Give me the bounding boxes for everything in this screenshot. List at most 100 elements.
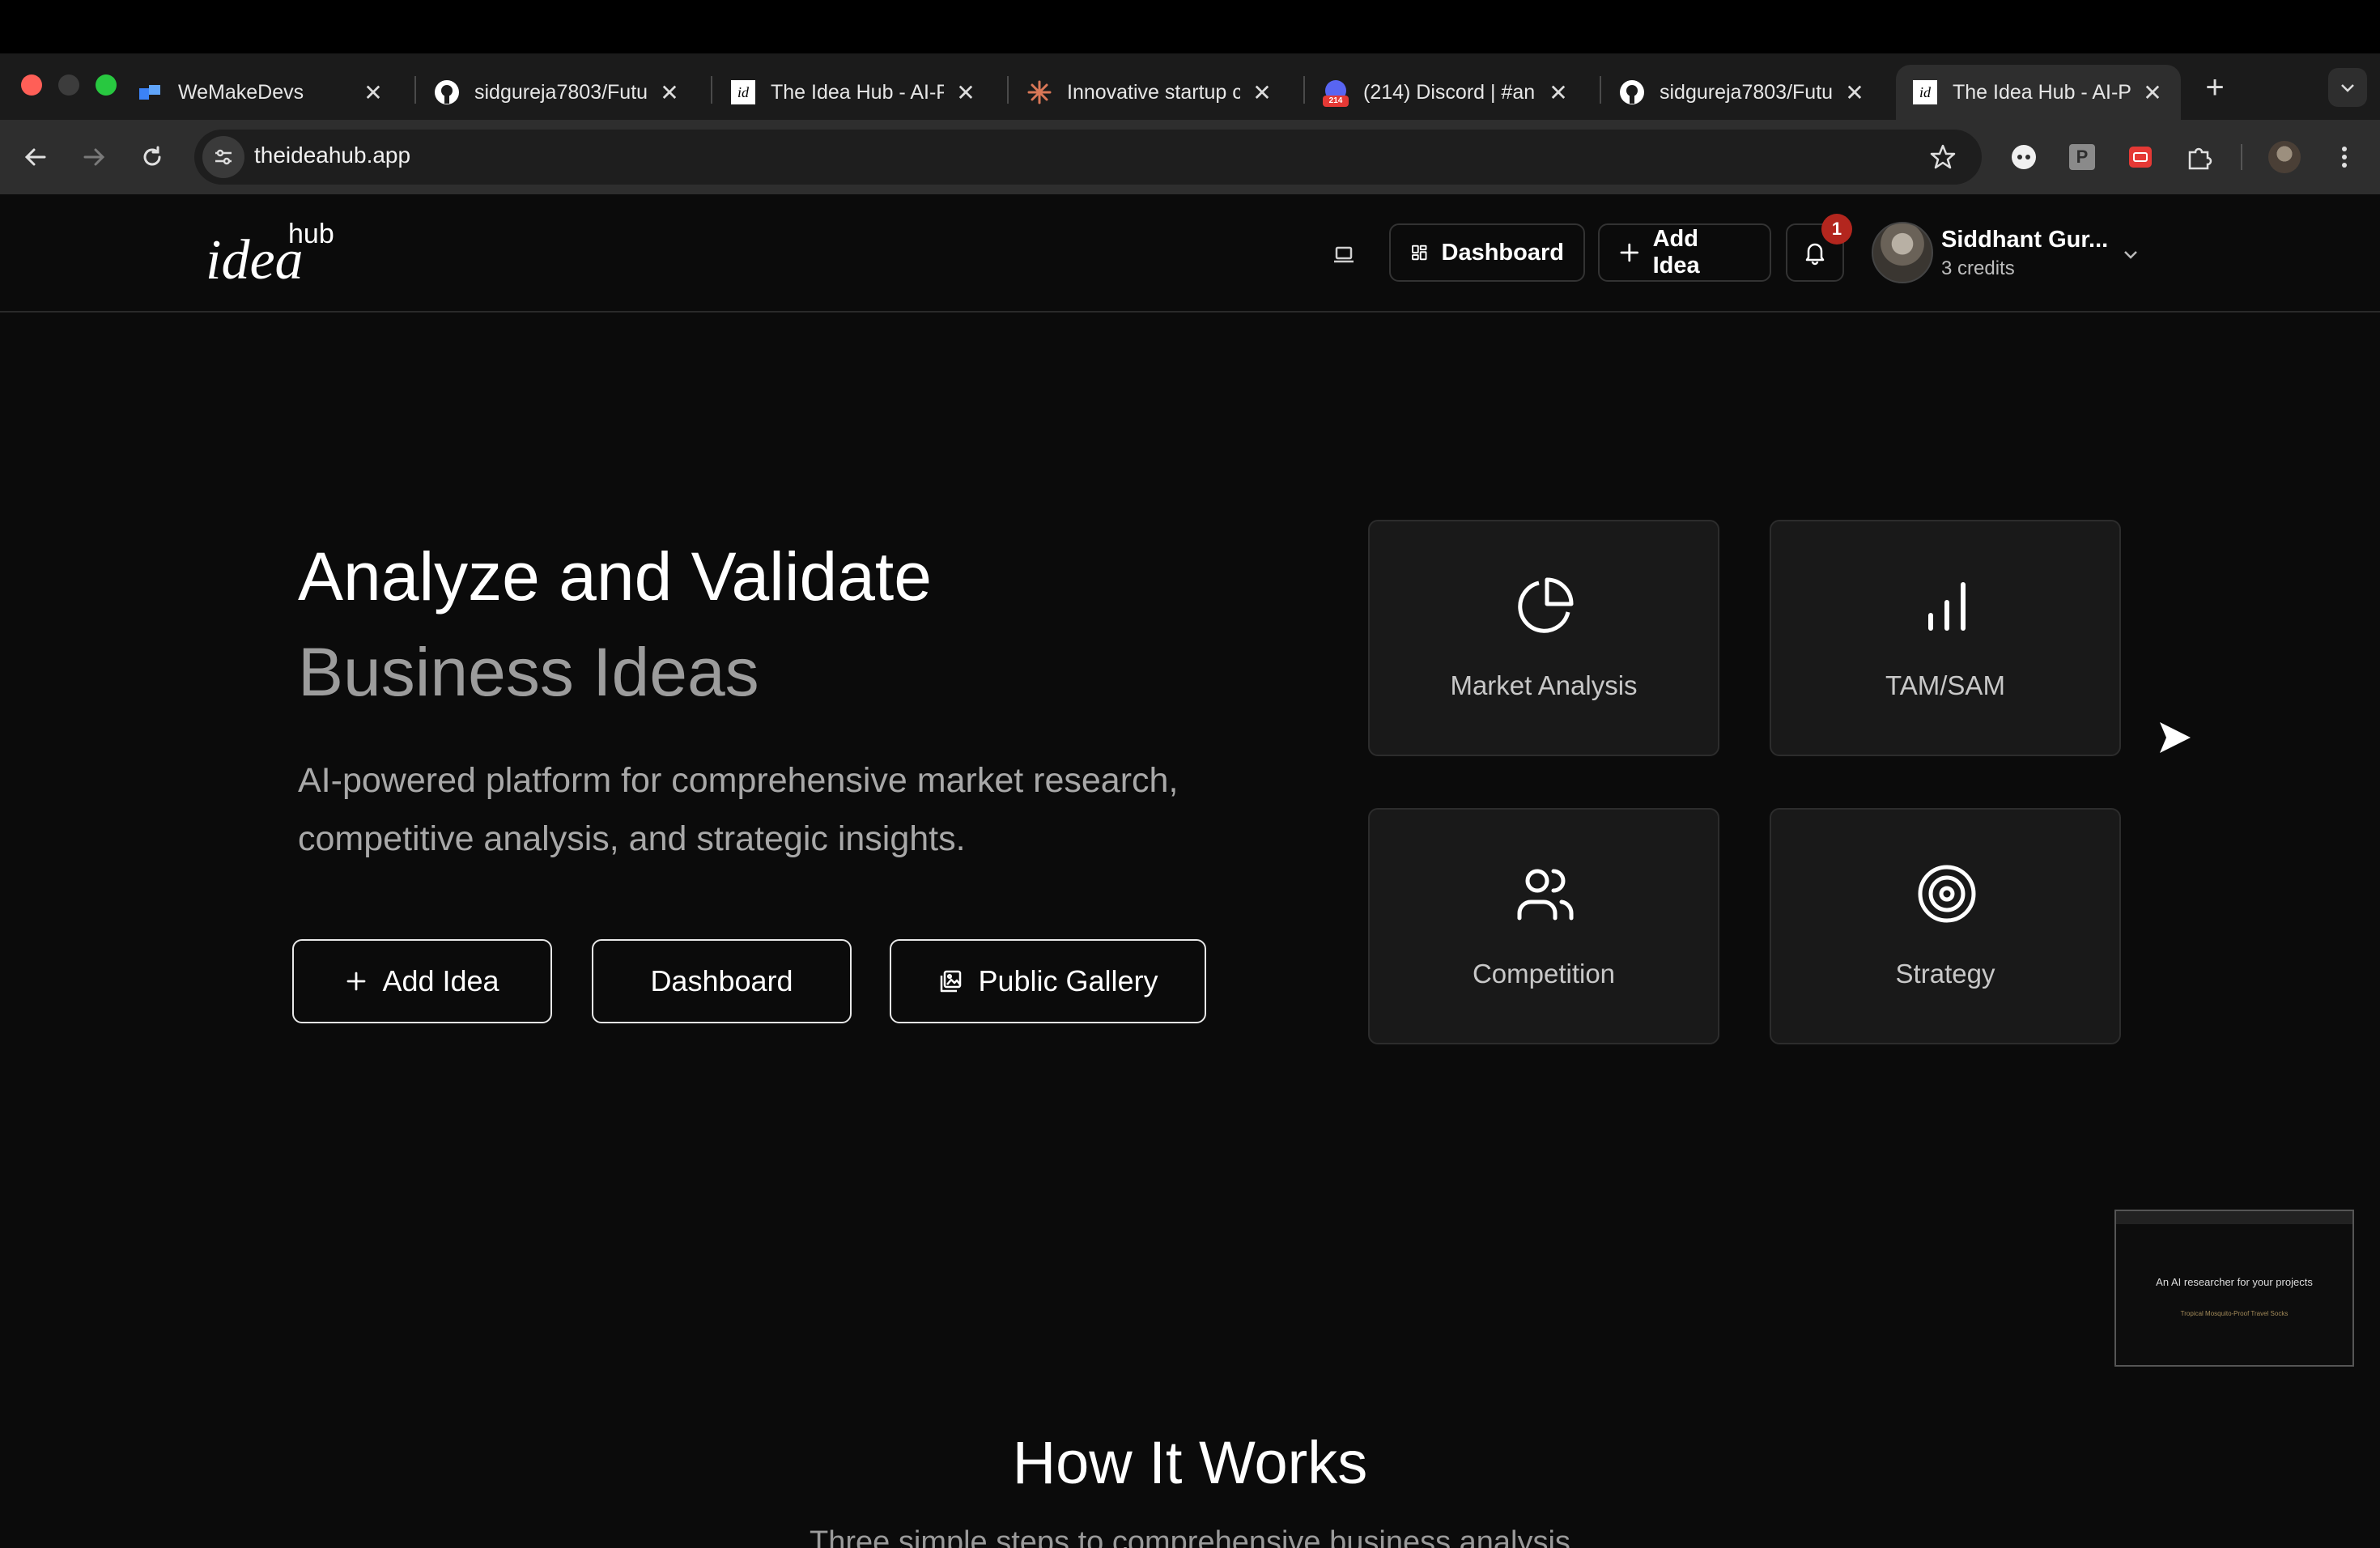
browser-tab-github-2[interactable]: sidgureja7803/Futu ✕ — [1603, 65, 1883, 120]
feature-card-strategy[interactable]: Strategy — [1770, 808, 2121, 1044]
pie-chart-icon — [1513, 573, 1578, 638]
more-vert-icon — [2342, 147, 2347, 168]
feature-label: Competition — [1472, 959, 1616, 989]
extension-button-3[interactable] — [2124, 141, 2157, 173]
extension-red-icon — [2129, 147, 2152, 168]
tab-separator — [414, 76, 416, 104]
ideahub-icon: id — [1912, 79, 1938, 105]
tab-title: sidgureja7803/Futu — [474, 80, 648, 104]
browser-tab-ideahub-1[interactable]: id The Idea Hub - AI-P ✕ — [714, 65, 994, 120]
extension-p-icon: P — [2069, 144, 2095, 170]
claude-icon — [1026, 79, 1052, 105]
close-icon[interactable]: ✕ — [361, 80, 385, 105]
tune-icon — [215, 149, 232, 165]
user-credits: 3 credits — [1941, 257, 2015, 279]
extension-button-1[interactable] — [2008, 141, 2040, 173]
reload-icon — [143, 146, 161, 166]
browser-menu-button[interactable] — [2328, 141, 2361, 173]
preview-headline: An AI researcher for your projects — [2156, 1276, 2313, 1288]
extensions-menu-button[interactable] — [2182, 141, 2215, 173]
plus-icon — [347, 972, 366, 991]
how-it-works-title: How It Works — [1012, 1429, 1368, 1496]
tab-search-button[interactable] — [2328, 68, 2367, 107]
address-bar[interactable] — [194, 130, 1982, 185]
discord-badge: 214 — [1323, 96, 1349, 107]
window-minimize-button[interactable] — [58, 74, 79, 96]
close-icon[interactable]: ✕ — [657, 80, 682, 105]
window-close-button[interactable] — [21, 74, 42, 96]
browser-tab-github-1[interactable]: sidgureja7803/Futu ✕ — [418, 65, 698, 120]
close-icon[interactable]: ✕ — [1842, 80, 1867, 105]
bookmark-button[interactable] — [1925, 139, 1961, 175]
site-info-button[interactable] — [202, 136, 244, 178]
forward-button[interactable] — [76, 139, 112, 175]
close-icon[interactable]: ✕ — [954, 80, 978, 105]
feature-card-tam-sam[interactable]: TAM/SAM — [1770, 520, 2121, 756]
tab-separator — [1600, 76, 1601, 104]
extension-button-2[interactable]: P — [2066, 141, 2098, 173]
feature-card-market-analysis[interactable]: Market Analysis — [1368, 520, 1719, 756]
users-icon — [1513, 861, 1578, 926]
discord-icon: 214 — [1323, 79, 1349, 107]
bell-icon — [1805, 243, 1825, 266]
how-it-works-subtitle: Three simple steps to comprehensive busi… — [810, 1525, 1570, 1548]
user-name[interactable]: Siddhant Gur... — [1941, 227, 2108, 253]
dashboard-grid-icon — [1412, 245, 1427, 261]
system-top-bar — [0, 0, 2380, 53]
user-menu-toggle[interactable] — [2118, 241, 2144, 267]
github-icon — [1619, 79, 1645, 105]
browser-tab-ideahub-active[interactable]: id The Idea Hub - AI-P ✕ — [1896, 65, 2181, 120]
reload-button[interactable] — [134, 139, 170, 175]
arrow-right-icon — [83, 148, 105, 166]
wemakedevs-icon — [138, 79, 164, 105]
window-zoom-button[interactable] — [96, 74, 117, 96]
close-icon[interactable]: ✕ — [1546, 80, 1570, 105]
hero-public-gallery-label: Public Gallery — [978, 964, 1158, 997]
github-icon — [434, 79, 460, 105]
hero-add-idea-button[interactable]: Add Idea — [292, 939, 552, 1023]
star-icon — [1930, 144, 1956, 169]
header-add-idea-label: Add Idea — [1652, 226, 1700, 279]
feature-label: TAM/SAM — [1885, 670, 2005, 700]
hero-title-line1: Analyze and Validate — [298, 538, 932, 615]
url-text[interactable]: theideahub.app — [254, 142, 410, 168]
target-icon — [1915, 861, 1979, 926]
tab-separator — [711, 76, 712, 104]
feature-label: Market Analysis — [1450, 670, 1638, 700]
browser-tab-wemakedevs[interactable]: WeMakeDevs ✕ — [121, 65, 402, 120]
ideahub-favicon-text: id — [1913, 80, 1937, 104]
header-dashboard-button[interactable]: Dashboard — [1389, 223, 1585, 282]
close-icon[interactable]: ✕ — [2140, 80, 2165, 105]
site-logo[interactable]: idea hub — [206, 219, 351, 291]
feature-label: Strategy — [1895, 959, 1995, 989]
chevron-down-icon — [2341, 84, 2354, 92]
laptop-icon — [1334, 246, 1354, 263]
preview-caption: Tropical Mosquito-Proof Travel Socks — [2180, 1310, 2289, 1317]
preview-browser-bar — [2116, 1211, 2352, 1224]
page-preview-thumbnail[interactable]: An AI researcher for your projects Tropi… — [2114, 1210, 2354, 1367]
tab-title: WeMakeDevs — [178, 80, 304, 104]
profile-button[interactable] — [2268, 141, 2301, 173]
puzzle-icon — [2188, 147, 2212, 170]
bar-chart-icon — [1915, 573, 1979, 638]
browser-tab-claude[interactable]: Innovative startup c ✕ — [1010, 65, 1290, 120]
ideahub-favicon-text: id — [731, 80, 755, 104]
header-add-idea-button[interactable]: Add Idea — [1598, 223, 1771, 282]
hero-subtitle: AI-powered platform for comprehensive ma… — [298, 761, 1179, 858]
laptop-toggle-button[interactable] — [1326, 236, 1362, 272]
arrow-left-icon — [24, 148, 46, 166]
new-tab-button[interactable]: + — [2199, 71, 2231, 104]
back-button[interactable] — [18, 139, 53, 175]
tab-title: Innovative startup c — [1067, 80, 1240, 104]
hero-dashboard-button[interactable]: Dashboard — [592, 939, 852, 1023]
hero-add-idea-label: Add Idea — [382, 964, 499, 997]
browser-tab-discord[interactable]: 214 (214) Discord | #an ✕ — [1307, 65, 1587, 120]
profile-avatar-icon — [2268, 141, 2301, 173]
feature-card-competition[interactable]: Competition — [1368, 808, 1719, 1044]
plus-icon — [1620, 243, 1638, 262]
hero-public-gallery-button[interactable]: Public Gallery — [890, 939, 1206, 1023]
user-avatar[interactable] — [1872, 222, 1933, 283]
close-icon[interactable]: ✕ — [1250, 80, 1274, 105]
send-arrow-icon[interactable] — [2157, 719, 2194, 756]
hero-title-line2: Business Ideas — [298, 634, 759, 710]
